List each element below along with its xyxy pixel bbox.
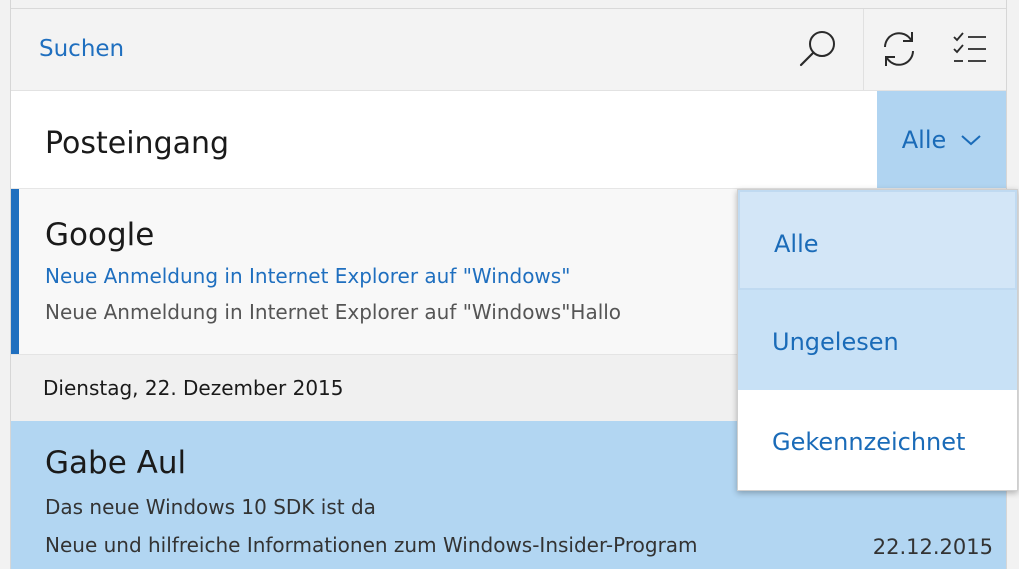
search-bar: Suchen bbox=[11, 8, 1007, 91]
message-date: 22.12.2015 bbox=[872, 535, 993, 559]
message-subject: Das neue Windows 10 SDK ist da bbox=[45, 495, 376, 519]
message-sender: Google bbox=[45, 217, 155, 253]
chevron-down-icon bbox=[961, 134, 981, 145]
mail-app-window: Suchen Posteingang Alle Google Neue Anme… bbox=[0, 0, 1019, 569]
window-left-edge bbox=[0, 0, 11, 569]
folder-title: Posteingang bbox=[45, 126, 230, 161]
unread-indicator bbox=[11, 189, 19, 354]
message-preview: Neue und hilfreiche Informationen zum Wi… bbox=[45, 533, 698, 557]
filter-menu: Alle Ungelesen Gekennzeichnet bbox=[737, 189, 1018, 491]
search-button[interactable] bbox=[787, 8, 849, 90]
search-icon bbox=[799, 31, 835, 67]
sync-button[interactable] bbox=[863, 8, 934, 90]
date-group-label: Dienstag, 22. Dezember 2015 bbox=[43, 376, 344, 400]
filter-option-label: Ungelesen bbox=[772, 328, 899, 356]
message-subject: Neue Anmeldung in Internet Explorer auf … bbox=[45, 264, 571, 288]
folder-header: Posteingang Alle bbox=[11, 91, 1007, 189]
filter-option-ungelesen[interactable]: Ungelesen bbox=[738, 290, 1017, 390]
select-mode-button[interactable] bbox=[939, 8, 1001, 90]
filter-option-alle[interactable]: Alle bbox=[738, 190, 1017, 290]
message-sender: Gabe Aul bbox=[45, 445, 187, 481]
checklist-icon bbox=[953, 32, 986, 62]
sync-icon bbox=[884, 32, 914, 66]
filter-option-label: Gekennzeichnet bbox=[772, 428, 966, 456]
filter-dropdown-button[interactable]: Alle bbox=[877, 91, 1007, 188]
filter-option-gekennzeichnet[interactable]: Gekennzeichnet bbox=[738, 390, 1017, 490]
filter-label: Alle bbox=[901, 125, 947, 154]
window-top-edge bbox=[0, 0, 1019, 9]
filter-option-label: Alle bbox=[774, 230, 819, 258]
search-input[interactable]: Suchen bbox=[39, 36, 124, 62]
message-preview: Neue Anmeldung in Internet Explorer auf … bbox=[45, 300, 622, 324]
